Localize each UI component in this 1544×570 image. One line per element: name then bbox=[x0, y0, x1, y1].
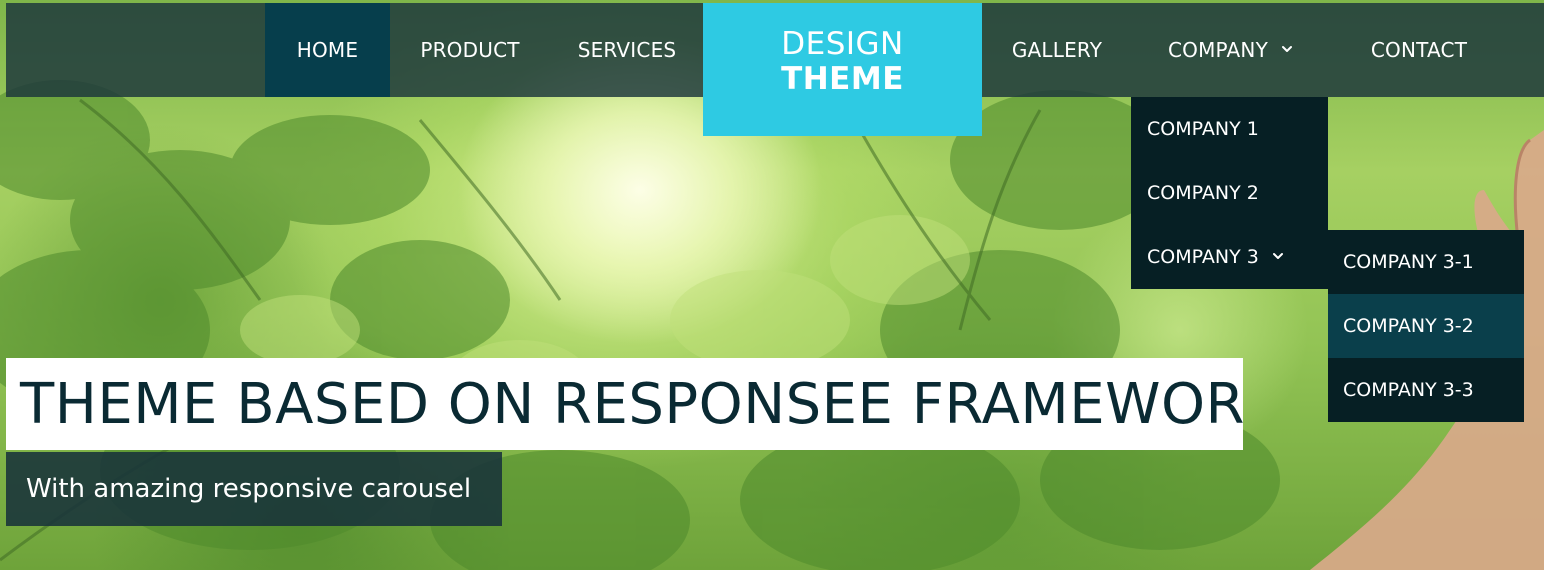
nav-contact-label: CONTACT bbox=[1370, 38, 1468, 62]
nav-company-label: COMPANY bbox=[1167, 38, 1268, 62]
dropdown-item-company-1[interactable]: COMPANY 1 bbox=[1131, 97, 1328, 161]
nav-services-label: SERVICES bbox=[577, 38, 677, 62]
hero-title: THEME BASED ON RESPONSEE FRAMEWORK bbox=[6, 358, 1243, 450]
submenu-item-label: COMPANY 3-1 bbox=[1343, 251, 1474, 273]
dropdown-item-company-2[interactable]: COMPANY 2 bbox=[1131, 161, 1328, 225]
hero-carousel: HOME PRODUCT SERVICES DESIGN THEME GALLE… bbox=[0, 0, 1544, 570]
nav-contact[interactable]: CONTACT bbox=[1340, 3, 1498, 97]
nav-product[interactable]: PRODUCT bbox=[400, 3, 540, 97]
nav-product-label: PRODUCT bbox=[420, 38, 520, 62]
submenu-item-company-3-3[interactable]: COMPANY 3-3 bbox=[1328, 358, 1524, 422]
dropdown-item-label: COMPANY 2 bbox=[1147, 182, 1259, 204]
chevron-down-icon bbox=[1272, 253, 1283, 259]
submenu-item-company-3-2[interactable]: COMPANY 3-2 bbox=[1328, 294, 1524, 358]
nav-home-label: HOME bbox=[296, 38, 359, 62]
nav-services[interactable]: SERVICES bbox=[560, 3, 694, 97]
logo-line2: THEME bbox=[781, 61, 904, 97]
submenu-item-company-3-1[interactable]: COMPANY 3-1 bbox=[1328, 230, 1524, 294]
site-logo[interactable]: DESIGN THEME bbox=[703, 3, 982, 136]
dropdown-item-label: COMPANY 1 bbox=[1147, 118, 1259, 140]
nav-gallery-label: GALLERY bbox=[1011, 38, 1103, 62]
dropdown-item-label: COMPANY 3 bbox=[1147, 246, 1259, 268]
nav-company[interactable]: COMPANY bbox=[1140, 3, 1320, 97]
logo-line1: DESIGN bbox=[781, 26, 904, 62]
hero-subtitle: With amazing responsive carousel bbox=[6, 452, 502, 526]
company-dropdown-menu: COMPANY 1 COMPANY 2 COMPANY 3 bbox=[1131, 97, 1328, 289]
chevron-down-icon bbox=[1282, 46, 1292, 52]
nav-gallery[interactable]: GALLERY bbox=[990, 3, 1124, 97]
submenu-item-label: COMPANY 3-2 bbox=[1343, 315, 1474, 337]
nav-home[interactable]: HOME bbox=[265, 3, 390, 97]
submenu-item-label: COMPANY 3-3 bbox=[1343, 379, 1474, 401]
company-3-submenu: COMPANY 3-1 COMPANY 3-2 COMPANY 3-3 bbox=[1328, 230, 1524, 422]
dropdown-item-company-3[interactable]: COMPANY 3 bbox=[1131, 225, 1328, 289]
